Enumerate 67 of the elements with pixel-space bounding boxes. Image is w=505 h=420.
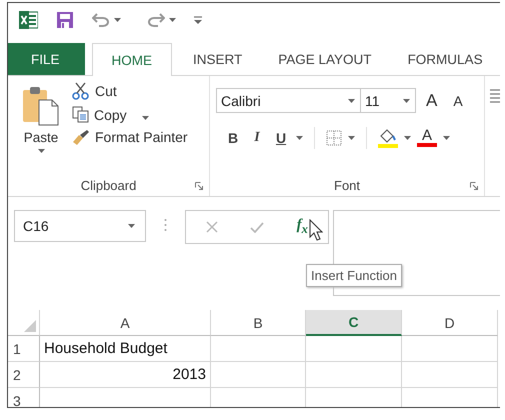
ribbon-tab[interactable]: PAGE LAYOUT xyxy=(263,43,387,75)
caret-icon xyxy=(443,136,450,140)
ribbon-tab[interactable]: FORMULAS xyxy=(392,43,498,75)
undo-icon[interactable] xyxy=(92,13,110,27)
name-box[interactable]: C16 xyxy=(14,210,146,242)
column-header[interactable]: C xyxy=(306,310,402,336)
align-icon[interactable] xyxy=(490,88,500,104)
redo-caret-icon xyxy=(169,18,176,22)
undo-caret-icon xyxy=(114,18,121,22)
table-cell[interactable] xyxy=(211,336,306,362)
dialog-launcher-icon[interactable] xyxy=(195,182,204,190)
table-cell[interactable]: Household Budget xyxy=(40,336,211,362)
insert-function-button[interactable]: f$_{x}$ xyxy=(296,217,308,237)
borders-icon[interactable] xyxy=(326,130,342,146)
dialog-launcher-icon[interactable] xyxy=(470,182,478,190)
table-cell[interactable] xyxy=(306,336,402,362)
cancel-icon[interactable] xyxy=(206,221,218,233)
color-bar-icon xyxy=(417,143,438,147)
column-header[interactable]: A xyxy=(40,310,211,336)
copy-icon xyxy=(72,106,89,123)
table-cell[interactable]: 2013 xyxy=(40,362,211,388)
tooltip: Insert Function xyxy=(306,264,402,287)
caret-icon xyxy=(296,136,304,140)
ribbon-tab[interactable]: HOME xyxy=(92,43,172,76)
row-header[interactable]: 2 xyxy=(8,362,40,388)
paintbrush-icon xyxy=(72,129,90,145)
caret-icon xyxy=(128,224,135,228)
caret-icon xyxy=(348,98,356,102)
caret-icon xyxy=(404,136,412,140)
caret-icon xyxy=(38,149,44,153)
caret-icon xyxy=(403,98,410,102)
copy-button[interactable]: Copy xyxy=(72,106,188,123)
font-name-field[interactable]: Calibri xyxy=(216,88,362,113)
file-tab[interactable]: FILE xyxy=(8,43,85,75)
group-label: Clipboard xyxy=(80,178,136,192)
shrink-font-button[interactable]: A xyxy=(453,92,463,108)
row-header[interactable]: 1 xyxy=(8,336,40,362)
select-all-icon[interactable] xyxy=(24,320,36,332)
customize-toolbar-icon[interactable] xyxy=(194,16,202,24)
paste-button[interactable]: Paste xyxy=(16,84,66,174)
cut-button[interactable]: Cut xyxy=(72,82,188,100)
font-color-button[interactable]: A xyxy=(417,129,438,147)
ribbon-tab[interactable]: INSERT xyxy=(178,43,258,75)
table-cell[interactable] xyxy=(402,362,498,388)
group-label: Font xyxy=(334,178,360,192)
caret-icon xyxy=(348,136,356,140)
clipboard-icon xyxy=(22,86,60,126)
fill-bucket-icon[interactable] xyxy=(378,128,398,148)
table-cell[interactable] xyxy=(211,362,306,388)
table-cell[interactable] xyxy=(402,336,498,362)
save-icon[interactable] xyxy=(56,11,74,29)
caret-icon xyxy=(142,116,149,120)
grow-font-button[interactable]: A xyxy=(426,90,438,110)
spreadsheet-logo-icon[interactable] xyxy=(19,11,38,29)
redo-icon[interactable] xyxy=(147,13,165,27)
grip-icon xyxy=(164,218,167,232)
check-icon[interactable] xyxy=(250,222,264,232)
scissors-icon xyxy=(72,82,90,100)
bold-button[interactable]: B xyxy=(224,130,242,146)
cursor-icon xyxy=(309,219,323,241)
column-header[interactable]: D xyxy=(402,310,498,336)
table-cell[interactable] xyxy=(306,362,402,388)
row-header[interactable]: 3 xyxy=(8,388,40,407)
font-size-field[interactable]: 11 xyxy=(360,88,416,113)
italic-button[interactable]: I xyxy=(248,130,266,146)
underline-button[interactable]: U xyxy=(272,130,290,146)
format-painter-button[interactable]: Format Painter xyxy=(72,129,188,145)
